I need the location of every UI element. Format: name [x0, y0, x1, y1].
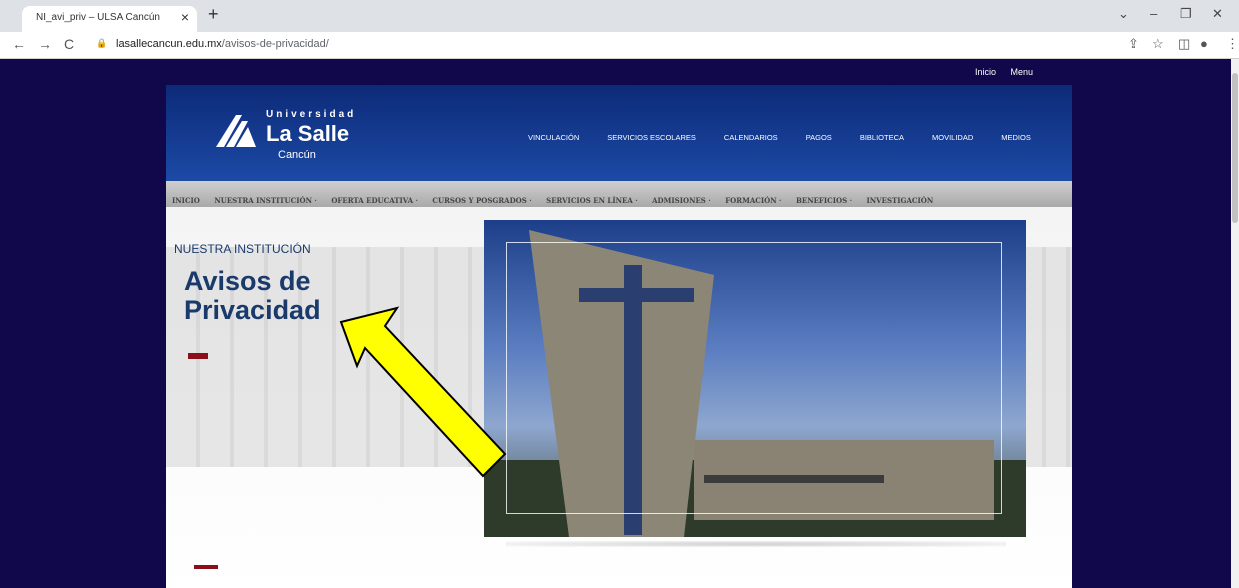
nav-biblioteca[interactable]: BIBLIOTECA — [860, 133, 904, 142]
photo-shadow — [506, 541, 1006, 547]
url-text[interactable]: lasallecancun.edu.mx/avisos-de-privacida… — [116, 38, 329, 50]
subnav-nuestra-institucion[interactable]: NUESTRA INSTITUCIÓN · — [214, 196, 317, 205]
logo-text-lasalle: La Salle — [266, 121, 350, 146]
top-link-menu[interactable]: Menu — [1011, 67, 1034, 77]
reload-icon[interactable]: C — [64, 36, 74, 52]
section-kicker: NUESTRA INSTITUCIÓN — [174, 242, 311, 256]
restore-icon[interactable]: ❐ — [1180, 6, 1192, 22]
content-area: NUESTRA INSTITUCIÓN Avisos de Privacidad — [166, 207, 1072, 588]
subnav-cursos-posgrados[interactable]: CURSOS Y POSGRADOS · — [432, 196, 531, 205]
nav-medios[interactable]: MEDIOS — [1001, 133, 1031, 142]
share-icon[interactable]: ⇪ — [1128, 36, 1139, 52]
tab-title: NI_avi_priv – ULSA Cancún — [36, 12, 160, 23]
top-link-inicio[interactable]: Inicio — [975, 67, 996, 77]
back-icon[interactable]: ← — [12, 36, 26, 52]
photo-frame — [506, 242, 1002, 514]
close-icon[interactable]: × — [181, 9, 189, 25]
logo-text-universidad: Universidad — [266, 109, 357, 120]
scrollbar-thumb[interactable] — [1232, 73, 1238, 223]
nav-servicios-escolares[interactable]: SERVICIOS ESCOLARES — [607, 133, 696, 142]
chevron-down-icon[interactable]: ⌄ — [1118, 6, 1129, 22]
top-links: Inicio Menu — [975, 67, 1045, 77]
subnav-admisiones[interactable]: ADMISIONES · — [652, 196, 711, 205]
browser-tab[interactable]: NI_avi_priv – ULSA Cancún × — [22, 6, 197, 32]
yellow-arrow-annotation-icon — [339, 306, 507, 478]
subnav-servicios-en-linea[interactable]: SERVICIOS EN LÍNEA · — [546, 196, 638, 205]
lock-icon: 🔒 — [96, 38, 108, 48]
subnav-inicio[interactable]: INICIO — [172, 196, 200, 205]
site-header: Universidad La Salle Cancún VINCULACIÓN … — [166, 85, 1072, 181]
profile-avatar-icon[interactable]: ● — [1200, 36, 1208, 51]
sidepanel-icon[interactable]: ◫ — [1178, 36, 1190, 52]
accent-divider — [188, 353, 208, 359]
campus-photo — [484, 220, 1026, 537]
tab-bar: NI_avi_priv – ULSA Cancún × + ⌄ – ❐ ✕ — [0, 0, 1239, 32]
sub-nav: INICIO NUESTRA INSTITUCIÓN · OFERTA EDUC… — [166, 181, 1072, 207]
menu-dots-icon[interactable]: ⋮ — [1226, 36, 1239, 52]
address-bar[interactable]: 🔒 lasallecancun.edu.mx/avisos-de-privaci… — [90, 35, 1239, 55]
subnav-beneficios[interactable]: BENEFICIOS · — [796, 196, 852, 205]
accent-divider-lower — [194, 565, 218, 569]
subnav-oferta-educativa[interactable]: OFERTA EDUCATIVA · — [331, 196, 418, 205]
bookmark-star-icon[interactable]: ☆ — [1152, 36, 1164, 52]
main-nav: VINCULACIÓN SERVICIOS ESCOLARES CALENDAR… — [528, 133, 1059, 142]
new-tab-icon[interactable]: + — [208, 4, 219, 25]
nav-vinculacion[interactable]: VINCULACIÓN — [528, 133, 579, 142]
logo-text-cancun: Cancún — [278, 149, 316, 161]
nav-calendarios[interactable]: CALENDARIOS — [724, 133, 778, 142]
subnav-investigacion[interactable]: INVESTIGACIÓN — [867, 196, 934, 205]
nav-movilidad[interactable]: MOVILIDAD — [932, 133, 973, 142]
page-scrollbar[interactable] — [1231, 59, 1239, 588]
minimize-icon[interactable]: – — [1150, 6, 1157, 21]
nav-pagos[interactable]: PAGOS — [806, 133, 832, 142]
browser-toolbar: ← → C 🔒 lasallecancun.edu.mx/avisos-de-p… — [0, 32, 1239, 59]
subnav-formacion[interactable]: FORMACIÓN · — [725, 196, 781, 205]
background-building-image-right — [1022, 247, 1072, 467]
la-salle-logo-icon[interactable] — [212, 107, 260, 155]
window-close-icon[interactable]: ✕ — [1212, 6, 1223, 22]
forward-icon[interactable]: → — [38, 36, 52, 52]
web-page: Inicio Menu Universidad La Salle Cancún … — [0, 59, 1239, 588]
